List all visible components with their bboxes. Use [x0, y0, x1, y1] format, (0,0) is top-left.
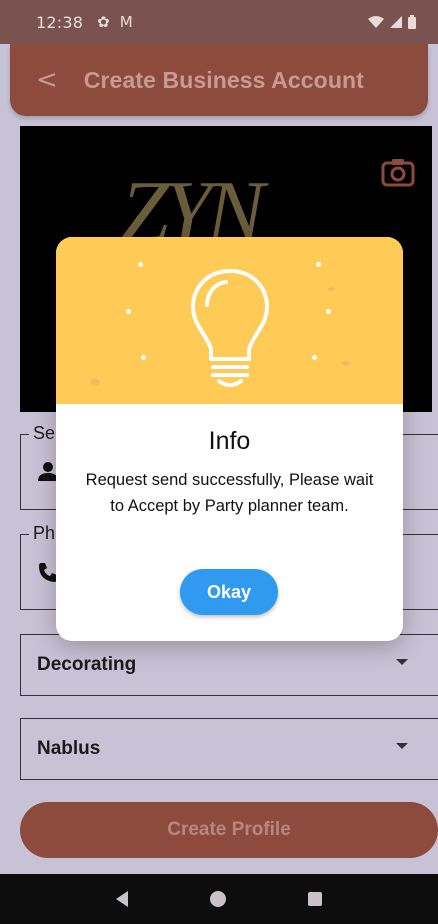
- decor-dot: [141, 355, 146, 360]
- dialog-title: Info: [208, 427, 251, 455]
- status-time: 12:38: [36, 12, 84, 32]
- camera-icon[interactable]: [380, 154, 416, 190]
- service-field-label: Se: [29, 423, 60, 444]
- decor-blob: [342, 361, 350, 366]
- signal-icon: [390, 16, 402, 28]
- app-bar: < Create Business Account: [10, 44, 428, 116]
- dialog-message: Request send successfully, Please wait t…: [85, 471, 374, 515]
- decor-dot: [326, 309, 331, 314]
- arrow-back-icon[interactable]: <: [36, 67, 58, 93]
- city-value: Nablus: [37, 738, 101, 759]
- nav-back-icon[interactable]: [116, 891, 128, 907]
- gmail-icon: M: [119, 13, 133, 31]
- system-nav-bar: [0, 874, 438, 924]
- status-icons: [368, 15, 416, 29]
- battery-icon: [408, 15, 416, 29]
- decor-dot: [126, 309, 131, 314]
- nav-home-icon[interactable]: [210, 891, 226, 907]
- phone-field-label: Ph: [29, 523, 60, 544]
- lightbulb-icon: [191, 269, 269, 387]
- info-dialog: Info Request send successfully, Please w…: [56, 237, 403, 641]
- okay-button[interactable]: Okay: [180, 569, 278, 615]
- gear-icon: ✿: [97, 14, 110, 31]
- decor-dot: [312, 355, 317, 360]
- category-dropdown[interactable]: Decorating: [20, 634, 438, 696]
- create-profile-button[interactable]: Create Profile: [20, 802, 438, 858]
- decor-dot: [138, 262, 143, 267]
- chevron-down-icon: [396, 743, 408, 749]
- nav-recents-icon[interactable]: [308, 892, 322, 906]
- category-value: Decorating: [37, 654, 137, 675]
- decor-dot: [316, 262, 321, 267]
- chevron-down-icon: [396, 659, 408, 665]
- status-bar: 12:38 ✿ M: [0, 0, 438, 44]
- page-title: Create Business Account: [83, 66, 364, 93]
- decor-blob: [328, 287, 335, 291]
- decor-blob: [90, 379, 100, 385]
- city-dropdown[interactable]: Nablus: [20, 718, 438, 780]
- wifi-icon: [368, 16, 384, 28]
